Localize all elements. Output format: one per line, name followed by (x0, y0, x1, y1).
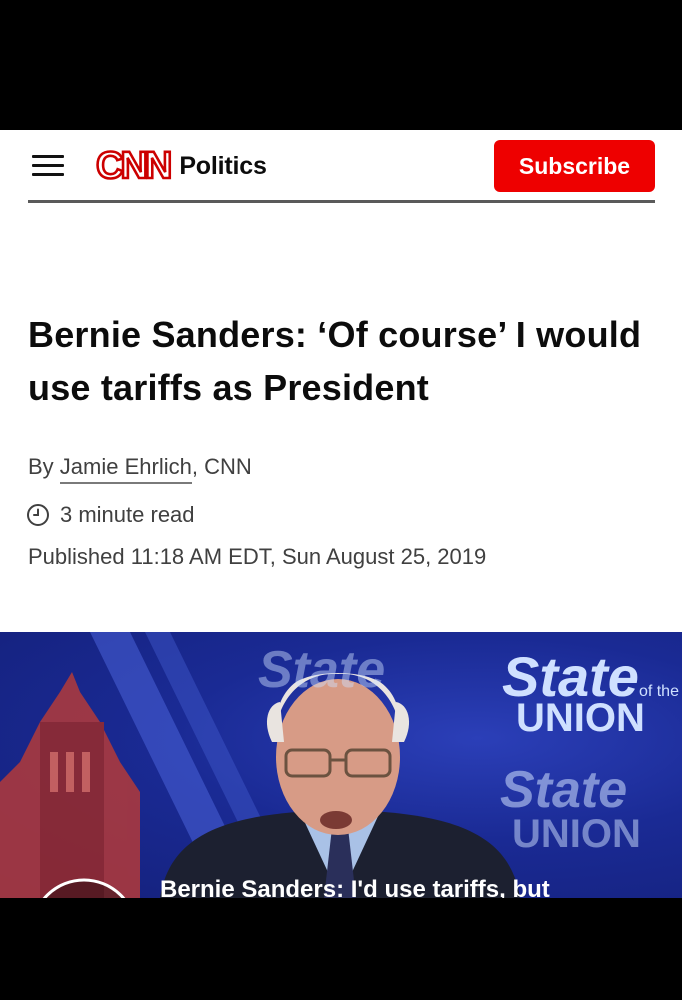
backdrop-logo-lower: State (500, 761, 628, 819)
capitol-dome-graphic (0, 672, 140, 898)
union-word-lower: UNION (512, 812, 641, 856)
union-word: UNION (516, 696, 645, 740)
read-time: 3 minute read (26, 502, 195, 528)
clock-icon (27, 504, 49, 526)
section-name[interactable]: Politics (179, 152, 267, 181)
video-caption: Bernie Sanders: I'd use tariffs, but (160, 876, 550, 898)
author-link[interactable]: Jamie Ehrlich (59, 454, 192, 484)
cnn-logo-mark: CNN (95, 145, 174, 187)
subscribe-button[interactable]: Subscribe (494, 140, 655, 192)
backdrop-small-text: of the (638, 683, 679, 700)
article-page: CNN Politics Subscribe Bernie Sanders: ‘… (0, 130, 682, 898)
backdrop-logo-faded: State (258, 641, 386, 699)
article-headline: Bernie Sanders: ‘Of course’ I would use … (28, 314, 642, 408)
byline: By Jamie Ehrlich, CNN (28, 454, 252, 484)
published-date: Published 11:18 AM EDT, Sun August 25, 2… (28, 544, 487, 569)
byline-prefix: By (28, 454, 60, 479)
read-time-text: 3 minute read (60, 502, 195, 527)
speaker-figure (160, 673, 520, 898)
cnn-logo[interactable]: CNN Politics (95, 144, 267, 188)
video-player[interactable]: State Stateof the UNION State UNION Bern… (0, 632, 682, 898)
site-header: CNN Politics Subscribe (0, 130, 682, 204)
hamburger-menu-icon[interactable] (30, 152, 66, 180)
header-divider (28, 200, 655, 203)
byline-source: , CNN (191, 454, 252, 479)
